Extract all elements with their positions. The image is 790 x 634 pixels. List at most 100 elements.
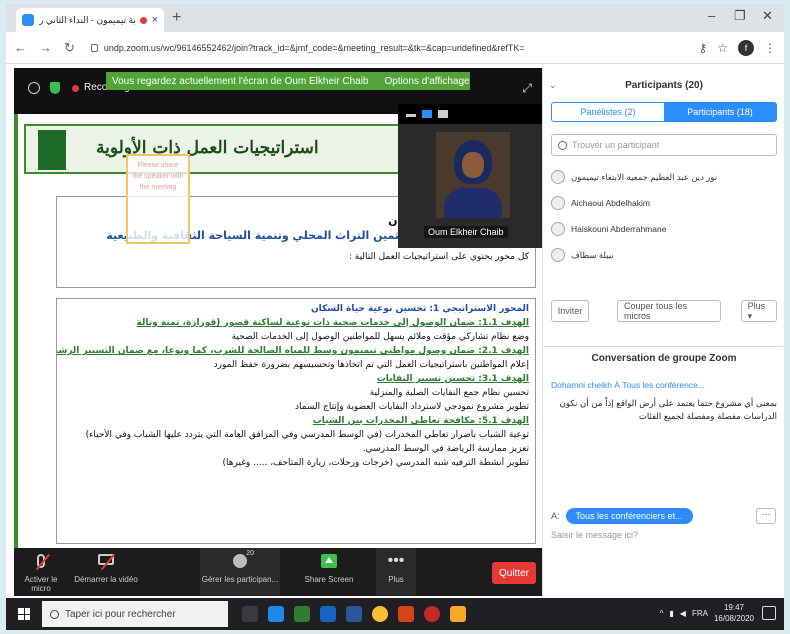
participant-search-input[interactable]: Trouver un participant <box>551 134 777 156</box>
tab-bar: نادية تيميمون - النداء الثاني ر... × + –… <box>6 4 784 32</box>
doc-line: توعية الشباب بأضرار تعاطي المخدرات (في ا… <box>85 430 529 440</box>
document-box-2: المحور الاستراتيجي 1: تحسين نوعية حياة ا… <box>56 298 536 544</box>
unmute-button[interactable]: Activer le micro <box>16 548 66 596</box>
share-screen-icon <box>321 554 337 568</box>
speaker-video-tile[interactable]: Oum Elkheir Chaib <box>398 104 542 248</box>
share-screen-button[interactable]: Share Screen <box>298 548 360 596</box>
quit-button[interactable]: Quitter <box>492 562 536 584</box>
close-tab-icon[interactable]: × <box>152 14 158 26</box>
network-icon[interactable]: ▮ <box>669 609 673 618</box>
volume-icon[interactable]: ◀ <box>680 609 686 618</box>
avatar-icon <box>551 170 565 184</box>
manage-participants-button[interactable]: 20 Gérer les participan... <box>200 548 280 596</box>
security-shield-icon[interactable] <box>50 82 60 94</box>
url-text: undp.zoom.us/wc/96146552462/join?track_i… <box>103 42 525 53</box>
reload-icon[interactable]: ↻ <box>64 40 75 56</box>
participant-row[interactable]: نبيلة سطاف <box>551 242 777 268</box>
bookmark-star-icon[interactable]: ☆ <box>717 41 728 55</box>
participants-icon <box>233 554 247 568</box>
chat-title: Conversation de groupe Zoom <box>543 346 784 364</box>
participant-name: Haiskouni Abderrahmane <box>571 224 667 234</box>
clock-date: 16/08/2020 <box>713 614 754 623</box>
layout-icon[interactable] <box>422 110 432 118</box>
tab-participants[interactable]: Participants (18) <box>664 103 776 121</box>
minimize-icon[interactable]: – <box>708 8 715 23</box>
participant-row[interactable]: Aichaoui Abdelhakim <box>551 190 777 216</box>
chat-recipient-row: A: Tous les conférenciers et... <box>551 508 693 524</box>
start-video-label: Démarrer la vidéo <box>74 575 138 584</box>
participant-row[interactable]: نور دين عبد العظيم جمعية الابتغاء تيميمو… <box>551 164 777 190</box>
fullscreen-icon[interactable]: ⤢ <box>522 81 532 96</box>
expand-video-icon[interactable] <box>438 110 448 118</box>
recipient-selector[interactable]: Tous les conférenciers et... <box>565 508 693 524</box>
start-video-button[interactable]: Démarrer la vidéo <box>74 548 138 596</box>
chat-message: بمعنى أي مشروع حتما يعتمد على أرض الواقع… <box>559 399 777 422</box>
avatar-icon <box>551 196 565 210</box>
windows-start-icon[interactable] <box>18 608 30 620</box>
app-icon[interactable] <box>424 606 440 622</box>
doc-line: وضع نظام تشاركي مؤقت وملائم يسهل للمواطن… <box>231 332 529 342</box>
word-icon[interactable] <box>346 606 362 622</box>
info-icon[interactable] <box>28 82 40 94</box>
speaker-video <box>436 132 510 218</box>
avatar-icon <box>551 222 565 236</box>
search-icon <box>558 140 567 150</box>
notification-icon[interactable] <box>762 606 776 620</box>
avatar-icon <box>551 248 565 262</box>
participant-tabs: Panélistes (2) Participants (18) <box>551 102 777 122</box>
participant-row[interactable]: Haiskouni Abderrahmane <box>551 216 777 242</box>
more-button[interactable]: ••• Plus <box>376 548 416 596</box>
taskbar-search-placeholder: Taper ici pour rechercher <box>65 608 176 620</box>
participant-name: نور دين عبد العظيم جمعية الابتغاء تيميمو… <box>571 171 718 182</box>
close-window-icon[interactable]: ✕ <box>762 8 773 24</box>
task-view-icon[interactable] <box>242 606 258 622</box>
to-label: A: <box>551 511 560 521</box>
chat-sender: Dohamni cheikh À Tous les conférence... <box>551 380 705 390</box>
outlook-icon[interactable] <box>320 606 336 622</box>
chat-more-icon[interactable]: ··· <box>756 508 776 524</box>
edge-icon[interactable] <box>268 606 284 622</box>
profile-avatar[interactable]: f <box>738 39 754 56</box>
new-tab-icon[interactable]: + <box>172 9 181 27</box>
display-options-button[interactable]: Options d'affichage <box>385 76 470 87</box>
key-icon[interactable]: ⚷ <box>698 41 707 55</box>
file-explorer-icon[interactable] <box>450 606 466 622</box>
url-field[interactable]: undp.zoom.us/wc/96146552462/join?track_i… <box>87 37 687 59</box>
participants-title: Participants (20) <box>625 80 703 91</box>
participant-name: نبيلة سطاف <box>571 249 614 260</box>
lock-icon <box>90 43 98 52</box>
doc-line: الهدف 1.1: ضمان الوصول إلى خدمات صحية ذا… <box>136 318 529 328</box>
minimize-video-icon[interactable] <box>406 114 416 117</box>
invite-button[interactable]: Inviter <box>551 300 589 322</box>
side-panel: ⌄ Participants (20) Panélistes (2) Parti… <box>542 68 784 596</box>
language-indicator[interactable]: FRA <box>692 609 708 618</box>
share-screen-label: Share Screen <box>304 575 354 584</box>
forward-icon[interactable]: → <box>39 40 52 55</box>
participant-name: Aichaoui Abdelhakim <box>571 198 650 208</box>
browser-tab[interactable]: نادية تيميمون - النداء الثاني ر... × <box>16 8 164 32</box>
clock[interactable]: 19:47 16/08/2020 <box>714 602 754 624</box>
faded-overlay-note: Please share the speaker with the meetin… <box>126 154 190 244</box>
doc-line: كل محور يحتوي على استراتيجيات العمل التا… <box>348 252 529 262</box>
taskbar-search-input[interactable]: Taper ici pour rechercher <box>42 601 228 627</box>
chrome-icon[interactable] <box>372 606 388 622</box>
participants-more-button[interactable]: Plus ▾ <box>740 300 777 322</box>
taskbar-apps <box>242 606 466 622</box>
more-dots-icon: ••• <box>387 552 405 569</box>
speaker-body <box>444 188 502 218</box>
powerpoint-icon[interactable] <box>398 606 414 622</box>
doc-line: تطوير أنشطة الترفيه شبه المدرسي (خرجات و… <box>222 458 529 468</box>
maximize-icon[interactable]: ❐ <box>734 8 746 24</box>
recording-dot-icon <box>72 85 79 92</box>
browser-menu-icon[interactable]: ⋮ <box>764 41 776 55</box>
participants-label: Gérer les participan... <box>201 575 279 584</box>
tray-chevron-icon[interactable]: ^ <box>660 609 664 618</box>
chat-input[interactable]: Saisir le message ici? <box>551 530 638 540</box>
tab-panelists[interactable]: Panélistes (2) <box>552 103 664 121</box>
back-icon[interactable]: ← <box>14 40 27 55</box>
mute-all-button[interactable]: Couper tous les micros <box>617 300 721 322</box>
browser-window: نادية تيميمون - النداء الثاني ر... × + –… <box>6 4 784 630</box>
search-icon <box>50 609 59 619</box>
excel-icon[interactable] <box>294 606 310 622</box>
doc-line: الهدف 2.1: ضمان وصول مواطني تيميمون وسط … <box>57 346 529 356</box>
